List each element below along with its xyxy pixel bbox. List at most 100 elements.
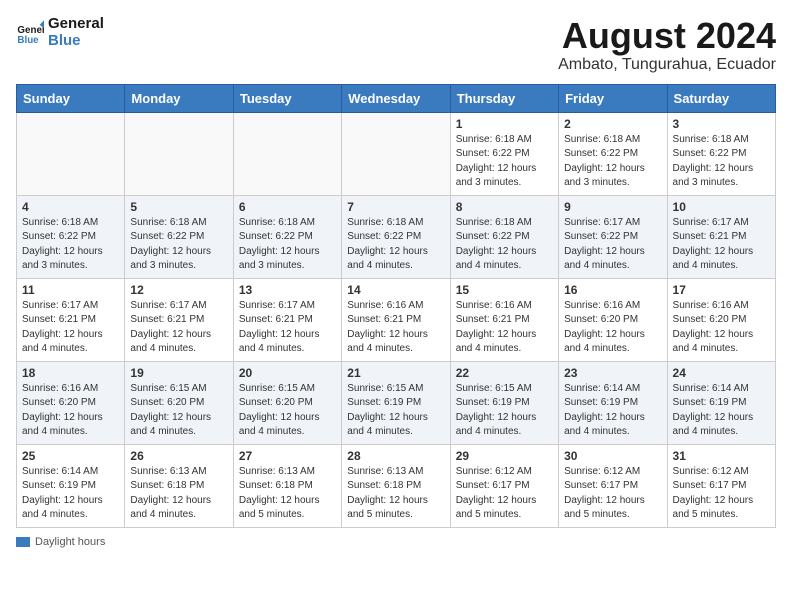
day-info: Sunrise: 6:16 AM Sunset: 6:21 PM Dayligh… bbox=[456, 299, 553, 357]
day-info: Sunrise: 6:16 AM Sunset: 6:21 PM Dayligh… bbox=[347, 299, 444, 357]
calendar-cell: 28Sunrise: 6:13 AM Sunset: 6:18 PM Dayli… bbox=[342, 444, 450, 527]
day-info: Sunrise: 6:14 AM Sunset: 6:19 PM Dayligh… bbox=[22, 465, 119, 523]
weekday-header: Friday bbox=[559, 84, 667, 112]
calendar-table: SundayMondayTuesdayWednesdayThursdayFrid… bbox=[16, 84, 776, 528]
day-info: Sunrise: 6:18 AM Sunset: 6:22 PM Dayligh… bbox=[456, 133, 553, 191]
daylight-color-box bbox=[16, 537, 30, 547]
day-number: 13 bbox=[239, 283, 336, 297]
day-number: 23 bbox=[564, 366, 661, 380]
svg-text:Blue: Blue bbox=[17, 34, 39, 45]
day-number: 30 bbox=[564, 449, 661, 463]
day-number: 10 bbox=[673, 200, 770, 214]
calendar-cell: 25 Sunrise: 6:14 AM Sunset: 6:19 PM Dayli… bbox=[17, 444, 125, 527]
calendar-cell bbox=[233, 112, 341, 195]
calendar-cell: 11Sunrise: 6:17 AM Sunset: 6:21 PM Dayli… bbox=[17, 278, 125, 361]
day-number: 19 bbox=[130, 366, 227, 380]
day-info: Sunrise: 6:17 AM Sunset: 6:21 PM Dayligh… bbox=[673, 216, 770, 274]
calendar-cell: 4 Sunrise: 6:18 AM Sunset: 6:22 PM Daylig… bbox=[17, 195, 125, 278]
title-block: August 2024 Ambato, Tungurahua, Ecuador bbox=[558, 16, 776, 74]
day-info: Sunrise: 6:17 AM Sunset: 6:21 PM Dayligh… bbox=[239, 299, 336, 357]
day-info: Sunrise: 6:18 AM Sunset: 6:22 PM Dayligh… bbox=[456, 216, 553, 274]
day-info: Sunrise: 6:13 AM Sunset: 6:18 PM Dayligh… bbox=[130, 465, 227, 523]
day-number: 18 bbox=[22, 366, 119, 380]
calendar-cell: 9Sunrise: 6:17 AM Sunset: 6:22 PM Daylig… bbox=[559, 195, 667, 278]
calendar-cell: 21Sunrise: 6:15 AM Sunset: 6:19 PM Dayli… bbox=[342, 361, 450, 444]
day-info: Sunrise: 6:15 AM Sunset: 6:19 PM Dayligh… bbox=[347, 382, 444, 440]
day-info: Sunrise: 6:18 AM Sunset: 6:22 PM Dayligh… bbox=[22, 216, 119, 274]
calendar-cell: 10 Sunrise: 6:17 AM Sunset: 6:21 PM Dayli… bbox=[667, 195, 775, 278]
calendar-week-row: 11Sunrise: 6:17 AM Sunset: 6:21 PM Dayli… bbox=[17, 278, 776, 361]
calendar-cell: 14 Sunrise: 6:16 AM Sunset: 6:21 PM Dayli… bbox=[342, 278, 450, 361]
day-info: Sunrise: 6:12 AM Sunset: 6:17 PM Dayligh… bbox=[564, 465, 661, 523]
calendar-cell: 17 Sunrise: 6:16 AM Sunset: 6:20 PM Dayli… bbox=[667, 278, 775, 361]
day-number: 14 bbox=[347, 283, 444, 297]
day-number: 22 bbox=[456, 366, 553, 380]
calendar-cell: 22 Sunrise: 6:15 AM Sunset: 6:19 PM Dayli… bbox=[450, 361, 558, 444]
day-info: Sunrise: 6:16 AM Sunset: 6:20 PM Dayligh… bbox=[564, 299, 661, 357]
calendar-cell: 6 Sunrise: 6:18 AM Sunset: 6:22 PM Daylig… bbox=[233, 195, 341, 278]
calendar-cell bbox=[342, 112, 450, 195]
calendar-subtitle: Ambato, Tungurahua, Ecuador bbox=[558, 56, 776, 74]
day-number: 2 bbox=[564, 117, 661, 131]
day-number: 7 bbox=[347, 200, 444, 214]
calendar-cell: 15 Sunrise: 6:16 AM Sunset: 6:21 PM Dayli… bbox=[450, 278, 558, 361]
day-info: Sunrise: 6:15 AM Sunset: 6:20 PM Dayligh… bbox=[239, 382, 336, 440]
calendar-cell: 30 Sunrise: 6:12 AM Sunset: 6:17 PM Dayli… bbox=[559, 444, 667, 527]
day-number: 28 bbox=[347, 449, 444, 463]
calendar-header-row: SundayMondayTuesdayWednesdayThursdayFrid… bbox=[17, 84, 776, 112]
day-info: Sunrise: 6:13 AM Sunset: 6:18 PM Dayligh… bbox=[239, 465, 336, 523]
calendar-cell: 24Sunrise: 6:14 AM Sunset: 6:19 PM Dayli… bbox=[667, 361, 775, 444]
day-number: 5 bbox=[130, 200, 227, 214]
day-info: Sunrise: 6:18 AM Sunset: 6:22 PM Dayligh… bbox=[130, 216, 227, 274]
day-number: 1 bbox=[456, 117, 553, 131]
day-number: 8 bbox=[456, 200, 553, 214]
calendar-week-row: 1 Sunrise: 6:18 AM Sunset: 6:22 PM Daylig… bbox=[17, 112, 776, 195]
weekday-header: Saturday bbox=[667, 84, 775, 112]
calendar-cell: 26 Sunrise: 6:13 AM Sunset: 6:18 PM Dayli… bbox=[125, 444, 233, 527]
logo-general: General bbox=[48, 16, 104, 33]
calendar-cell: 8 Sunrise: 6:18 AM Sunset: 6:22 PM Daylig… bbox=[450, 195, 558, 278]
weekday-header: Thursday bbox=[450, 84, 558, 112]
logo-icon: General Blue bbox=[16, 19, 44, 47]
day-info: Sunrise: 6:18 AM Sunset: 6:22 PM Dayligh… bbox=[564, 133, 661, 191]
day-info: Sunrise: 6:14 AM Sunset: 6:19 PM Dayligh… bbox=[564, 382, 661, 440]
day-number: 24 bbox=[673, 366, 770, 380]
calendar-cell: 7 Sunrise: 6:18 AM Sunset: 6:22 PM Daylig… bbox=[342, 195, 450, 278]
day-info: Sunrise: 6:18 AM Sunset: 6:22 PM Dayligh… bbox=[673, 133, 770, 191]
day-number: 20 bbox=[239, 366, 336, 380]
day-number: 12 bbox=[130, 283, 227, 297]
logo: General Blue General Blue bbox=[16, 16, 104, 49]
calendar-cell: 3Sunrise: 6:18 AM Sunset: 6:22 PM Daylig… bbox=[667, 112, 775, 195]
calendar-cell: 23 Sunrise: 6:14 AM Sunset: 6:19 PM Dayli… bbox=[559, 361, 667, 444]
day-number: 26 bbox=[130, 449, 227, 463]
calendar-cell: 29Sunrise: 6:12 AM Sunset: 6:17 PM Dayli… bbox=[450, 444, 558, 527]
day-info: Sunrise: 6:12 AM Sunset: 6:17 PM Dayligh… bbox=[673, 465, 770, 523]
calendar-cell: 27 Sunrise: 6:13 AM Sunset: 6:18 PM Dayli… bbox=[233, 444, 341, 527]
weekday-header: Wednesday bbox=[342, 84, 450, 112]
calendar-cell: 2 Sunrise: 6:18 AM Sunset: 6:22 PM Daylig… bbox=[559, 112, 667, 195]
calendar-cell: 18 Sunrise: 6:16 AM Sunset: 6:20 PM Dayli… bbox=[17, 361, 125, 444]
day-number: 25 bbox=[22, 449, 119, 463]
day-info: Sunrise: 6:17 AM Sunset: 6:21 PM Dayligh… bbox=[22, 299, 119, 357]
day-number: 9 bbox=[564, 200, 661, 214]
calendar-cell: 31Sunrise: 6:12 AM Sunset: 6:17 PM Dayli… bbox=[667, 444, 775, 527]
day-number: 15 bbox=[456, 283, 553, 297]
day-number: 27 bbox=[239, 449, 336, 463]
day-number: 6 bbox=[239, 200, 336, 214]
calendar-title: August 2024 bbox=[558, 16, 776, 56]
day-number: 4 bbox=[22, 200, 119, 214]
weekday-header: Tuesday bbox=[233, 84, 341, 112]
calendar-cell: 20 Sunrise: 6:15 AM Sunset: 6:20 PM Dayli… bbox=[233, 361, 341, 444]
day-info: Sunrise: 6:15 AM Sunset: 6:19 PM Dayligh… bbox=[456, 382, 553, 440]
day-info: Sunrise: 6:18 AM Sunset: 6:22 PM Dayligh… bbox=[239, 216, 336, 274]
calendar-cell: 16 Sunrise: 6:16 AM Sunset: 6:20 PM Dayli… bbox=[559, 278, 667, 361]
day-info: Sunrise: 6:18 AM Sunset: 6:22 PM Dayligh… bbox=[347, 216, 444, 274]
day-number: 16 bbox=[564, 283, 661, 297]
calendar-cell: 1 Sunrise: 6:18 AM Sunset: 6:22 PM Daylig… bbox=[450, 112, 558, 195]
day-info: Sunrise: 6:16 AM Sunset: 6:20 PM Dayligh… bbox=[22, 382, 119, 440]
calendar-cell bbox=[125, 112, 233, 195]
day-info: Sunrise: 6:12 AM Sunset: 6:17 PM Dayligh… bbox=[456, 465, 553, 523]
daylight-label: Daylight hours bbox=[35, 536, 105, 548]
day-info: Sunrise: 6:16 AM Sunset: 6:20 PM Dayligh… bbox=[673, 299, 770, 357]
day-number: 17 bbox=[673, 283, 770, 297]
